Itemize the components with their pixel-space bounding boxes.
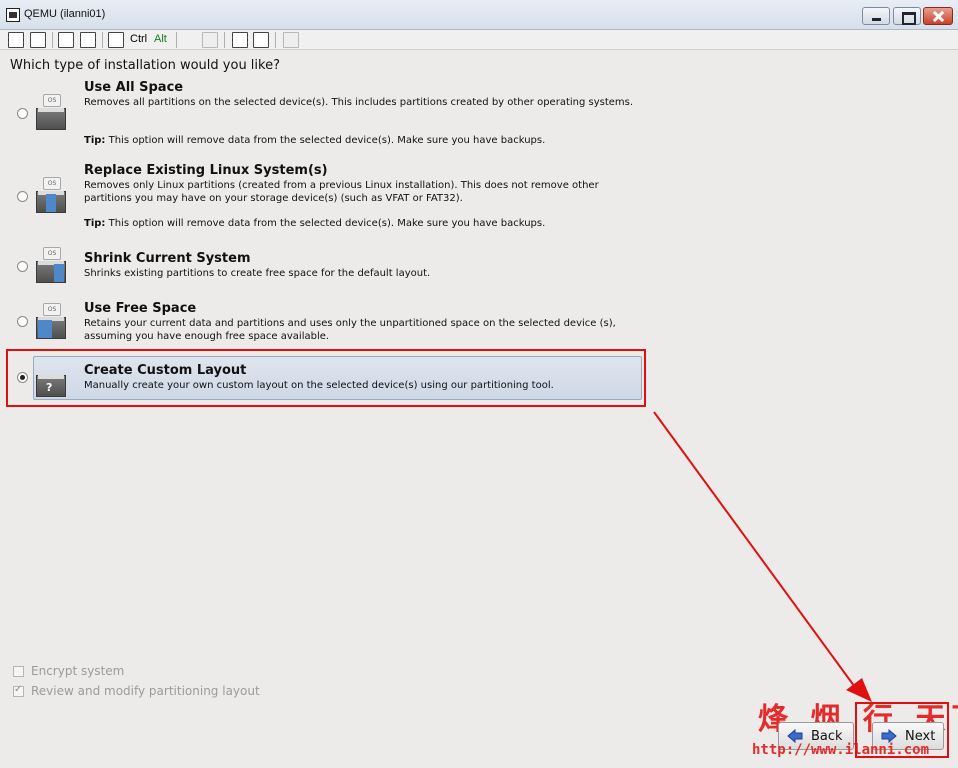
close-button[interactable] — [923, 7, 953, 25]
info-icon[interactable] — [30, 32, 46, 48]
screenshot-icon[interactable] — [232, 32, 248, 48]
window-titlebar: QEMU (ilanni01) — [0, 0, 958, 30]
minimize-button[interactable] — [862, 7, 890, 25]
save-icon[interactable] — [253, 32, 269, 48]
option-description: Retains your current data and partitions… — [84, 318, 616, 342]
annotation-highlight-box — [6, 349, 646, 407]
toolbar-separator — [52, 32, 53, 48]
option-use-free-space[interactable]: OS Use Free Space Retains your current d… — [0, 301, 650, 347]
option-title: Replace Existing Linux System(s) — [84, 163, 328, 178]
properties-icon[interactable] — [8, 32, 24, 48]
option-tip: Tip: This option will remove data from t… — [84, 218, 545, 229]
encrypt-checkbox-box[interactable] — [13, 666, 24, 677]
free-partition — [38, 320, 52, 338]
toolbar-separator — [102, 32, 103, 48]
review-layout-label: Review and modify partitioning layout — [31, 684, 260, 698]
disk-top — [38, 108, 64, 112]
ctrl-key-button[interactable]: Ctrl — [130, 33, 147, 49]
option-description: Shrinks existing partitions to create fr… — [84, 268, 431, 279]
fullscreen-icon[interactable] — [58, 32, 74, 48]
disk-os-icon: OS — [36, 94, 68, 130]
option-title: Shrink Current System — [84, 251, 251, 266]
maximize-button[interactable] — [893, 7, 921, 25]
installation-question: Which type of installation would you lik… — [10, 58, 280, 73]
qemu-toolbar: Ctrl Alt — [0, 30, 958, 50]
toolbar-separator — [176, 32, 177, 48]
tip-text: This option will remove data from the se… — [108, 135, 546, 146]
annotation-next-box — [855, 702, 949, 758]
alt-key-button[interactable]: Alt — [154, 33, 167, 49]
window-title: QEMU (ilanni01) — [24, 8, 106, 20]
option-shrink-current-system[interactable]: OS Shrink Current System Shrinks existin… — [0, 247, 650, 291]
linux-partition — [46, 194, 56, 212]
tip-label: Tip: — [84, 135, 106, 146]
disk-os-replace-icon: OS — [36, 177, 68, 213]
option-replace-existing-linux[interactable]: OS Replace Existing Linux System(s) Remo… — [0, 163, 650, 235]
qemu-app-icon — [6, 8, 20, 22]
keyboard-icon[interactable] — [108, 32, 124, 48]
copy-icon[interactable] — [202, 32, 218, 48]
back-arrow-icon — [787, 729, 803, 743]
option-description: Removes only Linux partitions (created f… — [84, 180, 599, 204]
tip-text: This option will remove data from the se… — [108, 218, 546, 229]
radio-replace-existing-linux[interactable] — [17, 191, 28, 202]
disk-free-space-icon: OS — [36, 303, 68, 339]
scale-icon[interactable] — [283, 32, 299, 48]
option-description: Removes all partitions on the selected d… — [84, 97, 634, 108]
refresh-icon[interactable] — [80, 32, 96, 48]
encrypt-system-label: Encrypt system — [31, 664, 125, 678]
option-tip: Tip: This option will remove data from t… — [84, 135, 545, 146]
disk-shrink-icon: OS — [36, 247, 68, 283]
radio-use-all-space[interactable] — [17, 108, 28, 119]
tip-label: Tip: — [84, 218, 106, 229]
review-checkbox-box[interactable] — [13, 684, 24, 697]
toolbar-separator — [275, 32, 276, 48]
option-title: Use Free Space — [84, 301, 197, 316]
shrink-partition — [54, 264, 64, 282]
toolbar-separator — [224, 32, 225, 48]
option-use-all-space[interactable]: OS Use All Space Removes all partitions … — [0, 80, 650, 152]
radio-use-free-space[interactable] — [17, 316, 28, 327]
radio-shrink-current-system[interactable] — [17, 261, 28, 272]
option-title: Use All Space — [84, 80, 184, 95]
